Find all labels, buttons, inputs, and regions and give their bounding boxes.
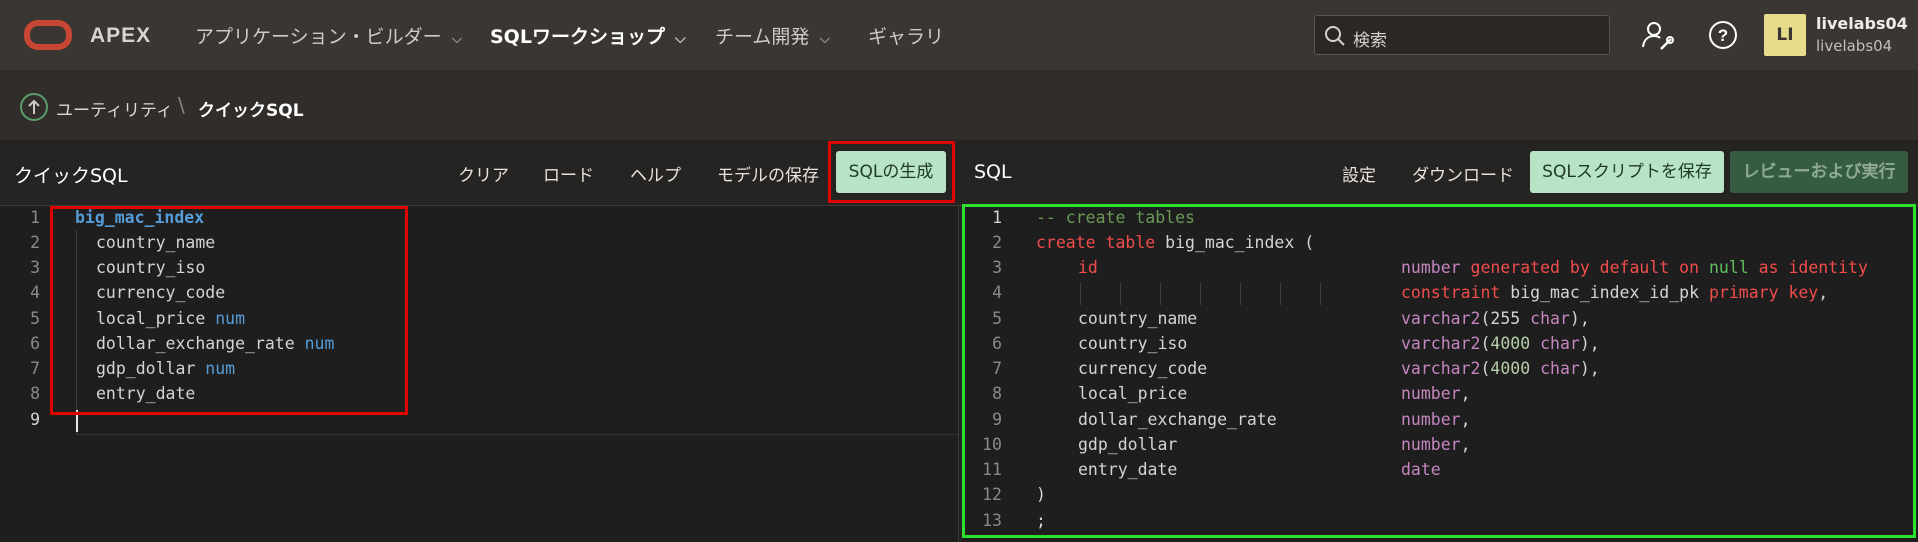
line-number: 3 <box>30 258 40 277</box>
help-button[interactable]: ヘルプ <box>630 161 681 186</box>
line-number: 2 <box>30 233 40 252</box>
nav-app-builder-label: アプリケーション・ビルダー <box>195 26 442 48</box>
sql-output-highlight-box <box>962 204 1916 538</box>
user-workspace: livelabs04 <box>1816 37 1893 55</box>
clear-button[interactable]: クリア <box>458 161 509 186</box>
apex-brand[interactable]: APEX <box>90 24 151 48</box>
user-name[interactable]: livelabs04 <box>1816 14 1908 33</box>
administration-icon[interactable] <box>1640 18 1674 52</box>
nav-gallery-label: ギャラリ <box>868 26 945 48</box>
line-number: 8 <box>30 384 40 403</box>
line-number: 4 <box>30 283 40 302</box>
nav-team-development[interactable]: チーム開発 ⌵ <box>715 22 830 49</box>
breadcrumb-separator: \ <box>178 93 185 117</box>
chevron-down-icon: ⌵ <box>674 31 686 47</box>
svg-text:?: ? <box>1718 26 1728 45</box>
nav-sql-workshop-label: SQLワークショップ <box>490 26 665 48</box>
user-avatar[interactable]: LI <box>1764 14 1806 56</box>
save-sql-script-button[interactable]: SQLスクリプトを保存 <box>1530 151 1724 193</box>
nav-gallery[interactable]: ギャラリ <box>868 22 944 49</box>
settings-button[interactable]: 設定 <box>1342 161 1376 186</box>
line-number: 9 <box>30 410 40 429</box>
download-button[interactable]: ダウンロード <box>1412 161 1514 186</box>
left-panel-title: クイックSQL <box>14 165 128 187</box>
generate-highlight-box <box>828 141 955 203</box>
current-line-border <box>76 434 958 435</box>
up-arrow-icon[interactable] <box>20 93 48 121</box>
line-number: 7 <box>30 359 40 378</box>
load-button[interactable]: ロード <box>543 161 594 186</box>
nav-team-development-label: チーム開発 <box>715 26 810 48</box>
quick-sql-highlight-box <box>50 206 408 415</box>
right-panel-title: SQL <box>974 161 1012 183</box>
help-icon[interactable]: ? <box>1706 18 1740 52</box>
search-input[interactable]: 検索 <box>1314 15 1610 55</box>
nav-app-builder[interactable]: アプリケーション・ビルダー ⌵ <box>195 22 462 49</box>
breadcrumb-utilities[interactable]: ユーティリティ <box>56 96 173 121</box>
save-model-button[interactable]: モデルの保存 <box>717 161 819 186</box>
editor-scroll-border <box>958 206 959 542</box>
chevron-down-icon: ⌵ <box>451 31 463 47</box>
review-and-run-button[interactable]: レビューおよび実行 <box>1730 151 1908 193</box>
chevron-down-icon: ⌵ <box>819 31 831 47</box>
oracle-logo-icon[interactable] <box>24 20 72 50</box>
nav-sql-workshop[interactable]: SQLワークショップ ⌵ <box>490 22 686 49</box>
line-number: 1 <box>30 208 40 227</box>
line-number: 6 <box>30 334 40 353</box>
search-icon <box>1325 26 1345 46</box>
search-placeholder: 検索 <box>1353 31 1387 51</box>
breadcrumb-quick-sql: クイックSQL <box>198 101 304 121</box>
line-number: 5 <box>30 309 40 328</box>
